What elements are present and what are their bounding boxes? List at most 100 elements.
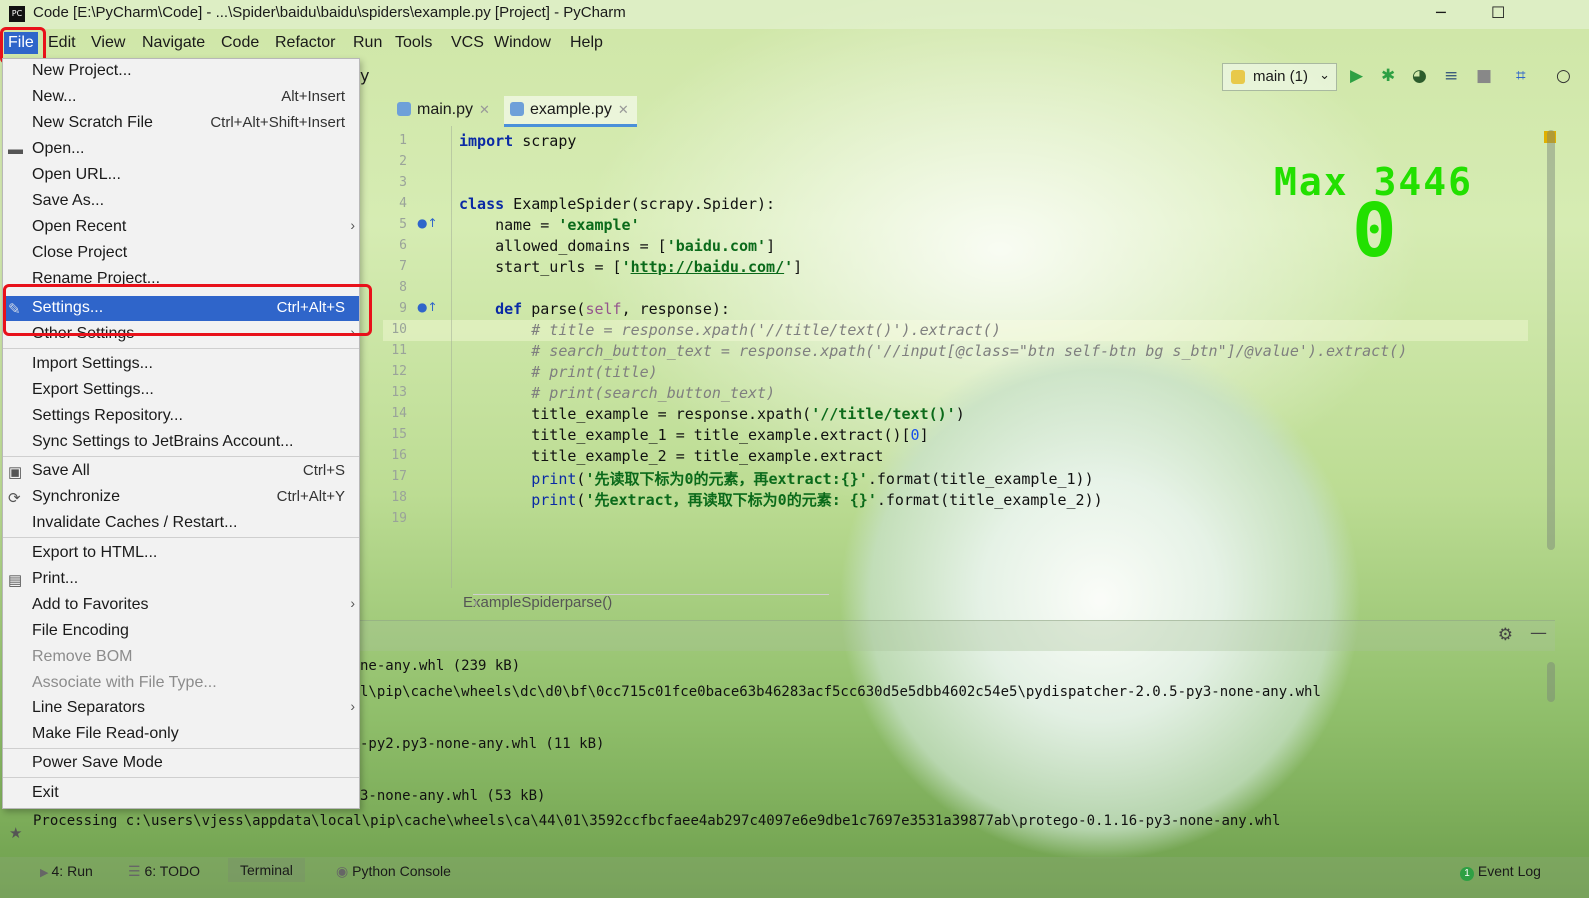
menu-item-make-read-only[interactable]: Make File Read-only bbox=[3, 722, 359, 747]
menu-view[interactable]: View bbox=[91, 34, 125, 52]
hide-panel-icon[interactable]: — bbox=[1530, 623, 1547, 643]
highlight-box-settings bbox=[3, 284, 372, 336]
run-config-select[interactable]: main (1) ⌄ bbox=[1222, 63, 1337, 91]
line-number: 2 bbox=[399, 154, 407, 169]
menu-item-file-encoding[interactable]: File Encoding bbox=[3, 619, 359, 644]
tab-label: main.py bbox=[417, 101, 474, 118]
menu-item-power-save-mode[interactable]: Power Save Mode bbox=[3, 751, 359, 776]
breadcrumb-class[interactable]: ExampleSpider bbox=[463, 594, 565, 611]
event-log-label: Event Log bbox=[1477, 863, 1541, 879]
profile-icon[interactable]: ≡ bbox=[1444, 66, 1458, 86]
menu-item-close-project[interactable]: Close Project bbox=[3, 241, 359, 266]
menu-item-export-settings[interactable]: Export Settings... bbox=[3, 378, 359, 403]
menu-item-save-as[interactable]: Save As... bbox=[3, 189, 359, 214]
tab-main-py[interactable]: main.py ✕ bbox=[391, 96, 498, 124]
title-bar: PC Code [E:\PyCharm\Code] - ...\Spider\b… bbox=[0, 0, 1589, 29]
breadcrumb: ExampleSpider › parse() bbox=[463, 594, 829, 611]
run-icon[interactable]: ▶ bbox=[1350, 66, 1363, 86]
menu-item-open-recent[interactable]: Open Recent › bbox=[3, 215, 359, 240]
code-line-10: # title = response.xpath('//title/text()… bbox=[459, 321, 1001, 339]
menu-item-new[interactable]: New... Alt+Insert bbox=[3, 85, 359, 110]
code-line-18: print('先extract，再读取下标为0的元素: {}'.format(t… bbox=[531, 491, 1103, 509]
code-line-16: title_example_2 = title_example.extract bbox=[459, 447, 884, 465]
chevron-right-icon: › bbox=[350, 698, 355, 714]
menu-item-open-url[interactable]: Open URL... bbox=[3, 163, 359, 188]
override-icon[interactable]: ●↑ bbox=[417, 216, 438, 230]
save-icon: ▣ bbox=[8, 464, 23, 481]
menu-item-save-all[interactable]: ▣ Save All Ctrl+S bbox=[3, 459, 359, 484]
menu-item-remove-bom: Remove BOM bbox=[32, 648, 133, 665]
line-number: 12 bbox=[391, 364, 407, 379]
gear-icon[interactable]: ⚙ bbox=[1498, 625, 1513, 645]
translate-icon[interactable]: ⌗ bbox=[1516, 66, 1526, 86]
menu-item-exit[interactable]: Exit bbox=[3, 781, 359, 806]
star-icon[interactable]: ★ bbox=[9, 824, 22, 842]
python-file-icon bbox=[510, 102, 524, 116]
code-line-5: name = 'example' bbox=[459, 216, 640, 234]
event-log-button[interactable]: 1 Event Log bbox=[1460, 863, 1541, 881]
menu-separator bbox=[3, 348, 359, 349]
maximize-button[interactable]: ☐ bbox=[1491, 3, 1505, 22]
console-scrollbar[interactable] bbox=[1547, 662, 1555, 702]
refresh-icon: ⟳ bbox=[8, 490, 21, 507]
python-console-label: Python Console bbox=[352, 863, 451, 879]
menu-item-open[interactable]: ▬ Open... bbox=[3, 137, 359, 162]
menu-help[interactable]: Help bbox=[570, 34, 603, 52]
menu-item-line-separators[interactable]: Line Separators › bbox=[3, 696, 359, 721]
menu-edit[interactable]: Edit bbox=[48, 34, 76, 52]
menu-separator bbox=[3, 748, 359, 749]
chevron-right-icon: › bbox=[350, 217, 355, 233]
favorites-strip: ★ bbox=[0, 810, 28, 855]
code-line-4: class ExampleSpider(scrapy.Spider): bbox=[459, 195, 776, 213]
menu-refactor[interactable]: Refactor bbox=[275, 34, 335, 52]
menu-separator bbox=[3, 777, 359, 778]
breadcrumb-method[interactable]: parse() bbox=[565, 594, 613, 611]
minimize-button[interactable]: ─ bbox=[1436, 3, 1446, 22]
search-icon[interactable]: ○ bbox=[1556, 66, 1571, 86]
menu-item-associate-file-type: Associate with File Type... bbox=[32, 674, 217, 691]
code-line-12: # print(title) bbox=[459, 363, 658, 381]
menu-item-invalidate-caches[interactable]: Invalidate Caches / Restart... bbox=[3, 511, 359, 536]
overlay-zero-counter: 0 bbox=[1352, 188, 1397, 274]
menu-item-sync-settings[interactable]: Sync Settings to JetBrains Account... bbox=[3, 430, 359, 455]
editor-scrollbar[interactable] bbox=[1547, 130, 1555, 550]
menu-vcs[interactable]: VCS bbox=[451, 34, 484, 52]
todo-tool-button[interactable]: ☰ 6: TODO bbox=[128, 863, 200, 880]
python-console-button[interactable]: ◉ Python Console bbox=[336, 863, 451, 880]
python-icon: ◉ bbox=[336, 863, 353, 879]
folder-icon: ▬ bbox=[8, 141, 23, 158]
menu-code[interactable]: Code bbox=[221, 34, 259, 52]
code-line-17: print('先读取下标为0的元素，再extract:{}'.format(ti… bbox=[531, 470, 1094, 488]
menu-window[interactable]: Window bbox=[494, 34, 551, 52]
line-number: 18 bbox=[391, 490, 407, 505]
close-icon[interactable]: ✕ bbox=[479, 102, 490, 117]
menu-item-synchronize[interactable]: ⟳ Synchronize Ctrl+Alt+Y bbox=[3, 485, 359, 510]
menu-navigate[interactable]: Navigate bbox=[142, 34, 205, 52]
menu-item-new-scratch-file[interactable]: New Scratch File Ctrl+Alt+Shift+Insert bbox=[3, 111, 359, 136]
chevron-right-icon: › bbox=[350, 595, 355, 611]
line-number: 13 bbox=[391, 385, 407, 400]
menu-item-export-html[interactable]: Export to HTML... bbox=[3, 541, 359, 566]
close-icon[interactable]: ✕ bbox=[618, 102, 629, 117]
tab-example-py[interactable]: example.py ✕ bbox=[504, 96, 637, 127]
code-line-1: import scrapy bbox=[459, 132, 577, 150]
menu-item-add-to-favorites[interactable]: Add to Favorites › bbox=[3, 593, 359, 618]
terminal-tool-button[interactable]: Terminal bbox=[228, 858, 305, 882]
code-line-13: # print(search_button_text) bbox=[459, 384, 776, 402]
code-line-7: start_urls = ['http://baidu.com/'] bbox=[459, 258, 803, 276]
menu-item-settings-repository[interactable]: Settings Repository... bbox=[3, 404, 359, 429]
debug-icon[interactable]: ✱ bbox=[1381, 66, 1395, 86]
override-icon[interactable]: ●↑ bbox=[417, 300, 438, 314]
menu-run[interactable]: Run bbox=[353, 34, 382, 52]
menu-item-print[interactable]: ▤ Print... bbox=[3, 567, 359, 592]
stop-icon[interactable]: ■ bbox=[1476, 66, 1492, 86]
run-tool-button[interactable]: ▶ 4: Run bbox=[40, 863, 93, 879]
run-icon: ▶ bbox=[40, 867, 52, 879]
coverage-icon[interactable]: ◕ bbox=[1412, 66, 1427, 86]
line-number: 15 bbox=[391, 427, 407, 442]
menu-item-import-settings[interactable]: Import Settings... bbox=[3, 352, 359, 377]
menu-item-new-project[interactable]: New Project... bbox=[3, 59, 359, 84]
pycharm-logo-icon: PC bbox=[9, 6, 25, 22]
menu-tools[interactable]: Tools bbox=[395, 34, 432, 52]
run-tool-label: 4: Run bbox=[51, 863, 93, 879]
